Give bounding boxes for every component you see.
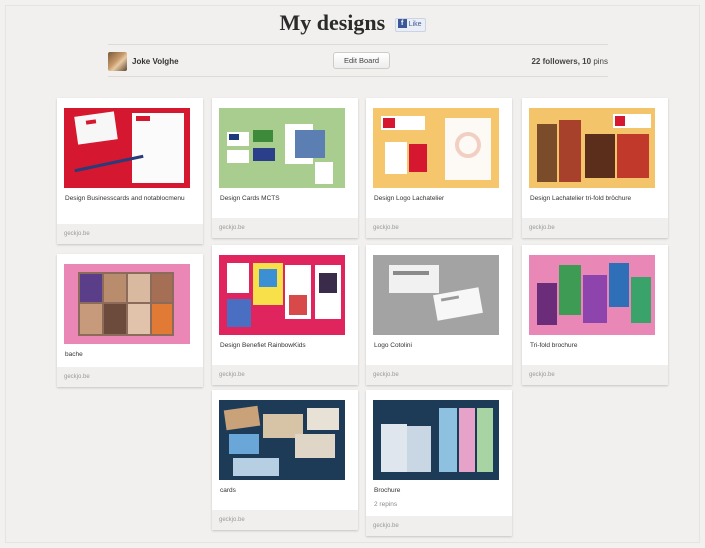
pin-caption: Design Logo Lachatelier [374, 195, 445, 202]
pin-source[interactable]: geckjo.be [212, 365, 358, 385]
pin-image-red-stationery[interactable] [64, 108, 190, 188]
pin-caption: Design Benefiet RainbowKids [220, 342, 306, 349]
pin-card[interactable]: Design Logo Lachatelier geckjo.be [366, 98, 512, 238]
owner-name[interactable]: Joke Volghe [132, 57, 179, 66]
pin-source[interactable]: geckjo.be [366, 516, 512, 536]
board-stats: 22 followers, 10 pins [531, 57, 608, 66]
pin-source[interactable]: geckjo.be [522, 218, 668, 238]
pin-source[interactable]: geckjo.be [57, 367, 203, 387]
pin-card[interactable]: Brochure 2 repins geckjo.be [366, 390, 512, 536]
followers-count[interactable]: 22 [531, 57, 540, 66]
pin-image-pink-brochure[interactable] [529, 255, 655, 335]
edit-board-button[interactable]: Edit Board [333, 52, 390, 69]
avatar[interactable] [108, 52, 127, 71]
pin-card[interactable]: Tri-fold brochure geckjo.be [522, 245, 668, 385]
pin-source[interactable]: geckjo.be [522, 365, 668, 385]
pin-card[interactable]: Design Businesscards and notablocmenu ge… [57, 98, 203, 244]
pin-repins[interactable]: 2 repins [374, 501, 397, 508]
pin-source[interactable]: geckjo.be [212, 218, 358, 238]
pin-image-pink-flyers[interactable] [219, 255, 345, 335]
pin-card[interactable]: Design Lachatelier tri-fold bröchure gec… [522, 98, 668, 238]
pin-caption: Design Businesscards and notablocmenu [65, 195, 185, 202]
pin-caption: bache [65, 351, 83, 358]
pin-image-green-cards[interactable] [219, 108, 345, 188]
facebook-like-label: Like [408, 21, 422, 28]
pin-caption: Brochure [374, 487, 401, 494]
pin-image-pink-banner[interactable] [64, 264, 190, 344]
pin-card[interactable]: bache geckjo.be [57, 254, 203, 387]
pin-card[interactable]: Design Cards MCTS geckjo.be [212, 98, 358, 238]
pin-source[interactable]: geckjo.be [57, 224, 203, 244]
followers-label[interactable]: followers, [543, 57, 580, 66]
pin-image-yellow-brochure[interactable] [529, 108, 655, 188]
board-title: My designs [279, 10, 386, 35]
pin-caption: Tri-fold brochure [530, 342, 578, 349]
board-header: My designs f Like [0, 10, 705, 36]
facebook-icon: f [397, 19, 407, 28]
board-meta-bar: Joke Volghe Edit Board 22 followers, 10 … [108, 50, 608, 72]
pin-source[interactable]: geckjo.be [366, 365, 512, 385]
pin-caption: Design Lachatelier tri-fold bröchure [530, 195, 632, 202]
pin-image-grey-logo[interactable] [373, 255, 499, 335]
pin-image-yellow-logo[interactable] [373, 108, 499, 188]
pin-image-navy-cards[interactable] [219, 400, 345, 480]
pin-card[interactable]: Design Benefiet RainbowKids geckjo.be [212, 245, 358, 385]
header-divider-bottom [108, 76, 608, 77]
pin-source[interactable]: geckjo.be [366, 218, 512, 238]
pin-card[interactable]: cards geckjo.be [212, 390, 358, 530]
pins-count: 10 [582, 57, 592, 66]
pin-caption: Design Cards MCTS [220, 195, 280, 202]
pin-image-navy-brochure[interactable] [373, 400, 499, 480]
pins-label: pins [593, 57, 608, 66]
pin-caption: cards [220, 487, 236, 494]
pin-caption: Logo Cotolini [374, 342, 412, 349]
facebook-like-button[interactable]: f Like [394, 18, 426, 32]
header-divider-top [108, 44, 608, 45]
pin-source[interactable]: geckjo.be [212, 510, 358, 530]
pin-card[interactable]: Logo Cotolini geckjo.be [366, 245, 512, 385]
